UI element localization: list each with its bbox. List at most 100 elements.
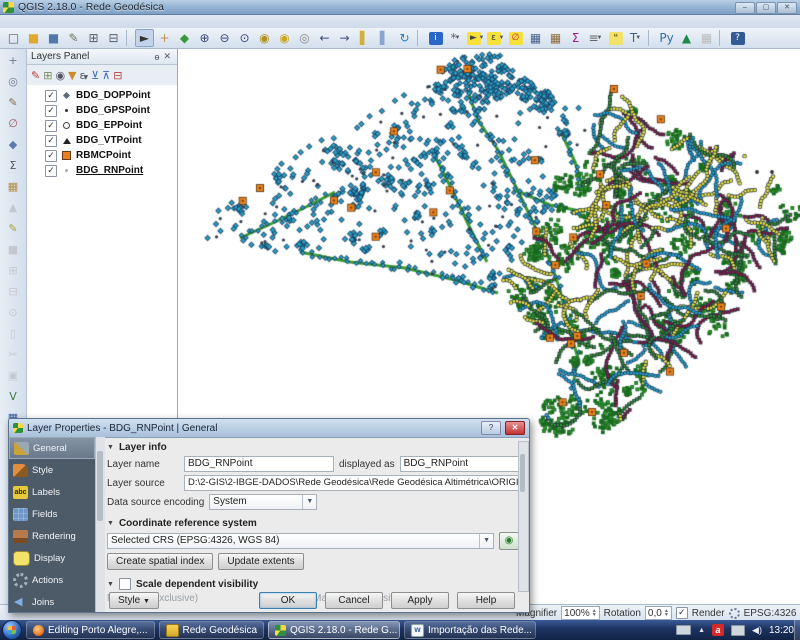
- taskbar-item-editing-porto-alegre[interactable]: Editing Porto Alegre,...: [26, 621, 155, 639]
- taskbar-item-importacao-doc[interactable]: Importação das Rede...: [404, 621, 536, 639]
- panel-float-icon[interactable]: ɵ: [152, 52, 161, 62]
- text-annotation-button[interactable]: T▼: [626, 29, 645, 47]
- scale-visibility-checkbox[interactable]: [119, 578, 131, 590]
- measure-button[interactable]: ≡▼: [586, 29, 605, 47]
- dialog-title-bar[interactable]: Layer Properties - BDG_RNPoint | General…: [9, 419, 529, 438]
- help-button[interactable]: Help: [457, 592, 515, 609]
- zoom-in-button[interactable]: ⊕: [195, 29, 214, 47]
- show-bookmarks-button[interactable]: ▌: [375, 29, 394, 47]
- pan-to-selection-button[interactable]: ◆: [175, 29, 194, 47]
- layer-item-rbmcpoint[interactable]: RBMCPoint: [27, 148, 177, 163]
- encoding-combo[interactable]: System ▼: [209, 494, 317, 510]
- cut-features-button[interactable]: ✂: [4, 346, 22, 363]
- dialog-tab-style[interactable]: Style: [9, 459, 95, 481]
- layer-item-bdg-gpspoint[interactable]: BDG_GPSPoint: [27, 103, 177, 118]
- new-bookmark-button[interactable]: ▌: [355, 29, 374, 47]
- network-tray-icon[interactable]: [731, 625, 745, 636]
- displayed-as-input[interactable]: BDG_RNPoint: [400, 456, 519, 472]
- topology-checker-button[interactable]: ∅: [4, 115, 22, 132]
- dialog-tab-general[interactable]: General: [9, 437, 95, 459]
- volume-tray-icon[interactable]: ◀): [752, 625, 762, 636]
- zoom-to-selection-button[interactable]: ◉: [275, 29, 294, 47]
- layer-item-bdg-rnpoint[interactable]: BDG_RNPoint: [27, 163, 177, 178]
- close-button[interactable]: ✕: [777, 2, 797, 14]
- new-project-button[interactable]: □: [4, 29, 23, 47]
- dialog-close-button[interactable]: ✕: [505, 421, 525, 435]
- layer-visibility-checkbox[interactable]: [45, 90, 57, 102]
- tray-expand-icon[interactable]: ▲: [698, 627, 705, 634]
- plugin-tool-button[interactable]: +: [4, 52, 22, 69]
- toggle-editing-button[interactable]: ✎: [4, 220, 22, 237]
- dialog-tab-actions[interactable]: Actions: [9, 569, 95, 591]
- collapse-triangle-icon[interactable]: ▼: [107, 520, 114, 527]
- crs-status-icon[interactable]: [729, 608, 740, 619]
- pan-map-button[interactable]: +: [155, 29, 174, 47]
- python-console-button[interactable]: Py: [657, 29, 676, 47]
- ok-button[interactable]: OK: [259, 592, 317, 609]
- style-manager-button[interactable]: ▦: [4, 178, 22, 195]
- layer-visibility-checkbox[interactable]: [45, 135, 57, 147]
- open-project-button[interactable]: ■: [24, 29, 43, 47]
- deselect-all-button[interactable]: ∅: [506, 29, 525, 47]
- refresh-button[interactable]: ↻: [395, 29, 414, 47]
- feature-action-button[interactable]: *▼: [446, 29, 465, 47]
- copy-features-button[interactable]: ▣: [4, 367, 22, 384]
- expression-filter-button[interactable]: ε▼: [80, 69, 89, 82]
- taskbar-item-rede-geodesica-folder[interactable]: Rede Geodésica: [159, 621, 265, 639]
- composer-manager-button[interactable]: ⊟: [104, 29, 123, 47]
- spinner-arrows-icon[interactable]: ▲▼: [664, 609, 669, 617]
- taskbar-clock[interactable]: 13:20: [769, 625, 794, 636]
- title-bar[interactable]: QGIS 2.18.0 - Rede Geodésica – ▢ ✕: [0, 0, 800, 15]
- new-shapefile-layer-button[interactable]: V: [4, 388, 22, 405]
- collapse-triangle-icon[interactable]: ▼: [107, 444, 114, 451]
- dialog-tab-display[interactable]: Display: [9, 547, 95, 569]
- open-layer-styling-button[interactable]: ✎: [31, 69, 40, 82]
- add-feature-button[interactable]: ⊞: [4, 262, 22, 279]
- layer-visibility-checkbox[interactable]: [45, 120, 57, 132]
- crs-label[interactable]: EPSG:4326: [744, 608, 797, 619]
- antivirus-tray-icon[interactable]: [712, 624, 724, 636]
- dialog-tab-joins[interactable]: Joins: [9, 591, 95, 612]
- field-calculator-button[interactable]: ▦: [546, 29, 565, 47]
- select-features-button[interactable]: ►▼: [466, 29, 485, 47]
- layer-visibility-checkbox[interactable]: [45, 105, 57, 117]
- layer-visibility-checkbox[interactable]: [45, 165, 57, 177]
- zoom-next-button[interactable]: →: [335, 29, 354, 47]
- dialog-tab-fields[interactable]: Fields: [9, 503, 95, 525]
- dialog-scrollbar[interactable]: [518, 441, 529, 592]
- current-edits-button[interactable]: ▲: [4, 199, 22, 216]
- sidebar-scrollbar[interactable]: [95, 437, 105, 612]
- filter-legend-button[interactable]: ▼: [68, 69, 76, 82]
- save-project-button[interactable]: ■: [44, 29, 63, 47]
- keyboard-tray-icon[interactable]: [676, 625, 691, 635]
- processing-toolbox-button[interactable]: ▦: [697, 29, 716, 47]
- manage-visibility-button[interactable]: ◉: [55, 69, 65, 82]
- render-checkbox[interactable]: [676, 607, 688, 619]
- select-crs-button[interactable]: ◉: [499, 532, 519, 550]
- spinner-arrows-icon[interactable]: ▲▼: [592, 609, 597, 617]
- expand-all-button[interactable]: ⊻: [91, 69, 99, 82]
- start-button[interactable]: [2, 620, 22, 640]
- select-by-expression-button[interactable]: ε▼: [486, 29, 505, 47]
- remove-layer-button[interactable]: ⊟: [113, 69, 122, 82]
- show-desktop-button[interactable]: [794, 620, 800, 640]
- layer-item-bdg-eppoint[interactable]: BDG_EPPoint: [27, 118, 177, 133]
- cancel-button[interactable]: Cancel: [325, 592, 383, 609]
- move-feature-button[interactable]: ⊟: [4, 283, 22, 300]
- touch-zoom-pan-button[interactable]: ►: [135, 29, 154, 47]
- new-composer-button[interactable]: ⊞: [84, 29, 103, 47]
- crs-combo[interactable]: Selected CRS (EPSG:4326, WGS 84) ▼: [107, 533, 494, 549]
- layer-item-bdg-dgppoint[interactable]: BDG_DOPPoint: [27, 88, 177, 103]
- add-group-button[interactable]: ⊞: [43, 69, 52, 82]
- statistics-button[interactable]: Σ: [566, 29, 585, 47]
- collapse-all-button[interactable]: ⊼: [102, 69, 110, 82]
- zoom-full-button[interactable]: ◉: [255, 29, 274, 47]
- grass-tools-button[interactable]: ▲: [677, 29, 696, 47]
- layer-item-bdg-vtpoint[interactable]: BDG_VTPoint: [27, 133, 177, 148]
- rotation-spinner[interactable]: 0,0 ▲▼: [645, 606, 672, 620]
- help-button[interactable]: ?: [728, 29, 747, 47]
- statistics-panel-button[interactable]: Σ: [4, 157, 22, 174]
- panel-close-icon[interactable]: ✕: [161, 51, 173, 62]
- attribute-table-button[interactable]: ▦: [526, 29, 545, 47]
- save-project-as-button[interactable]: ✎: [64, 29, 83, 47]
